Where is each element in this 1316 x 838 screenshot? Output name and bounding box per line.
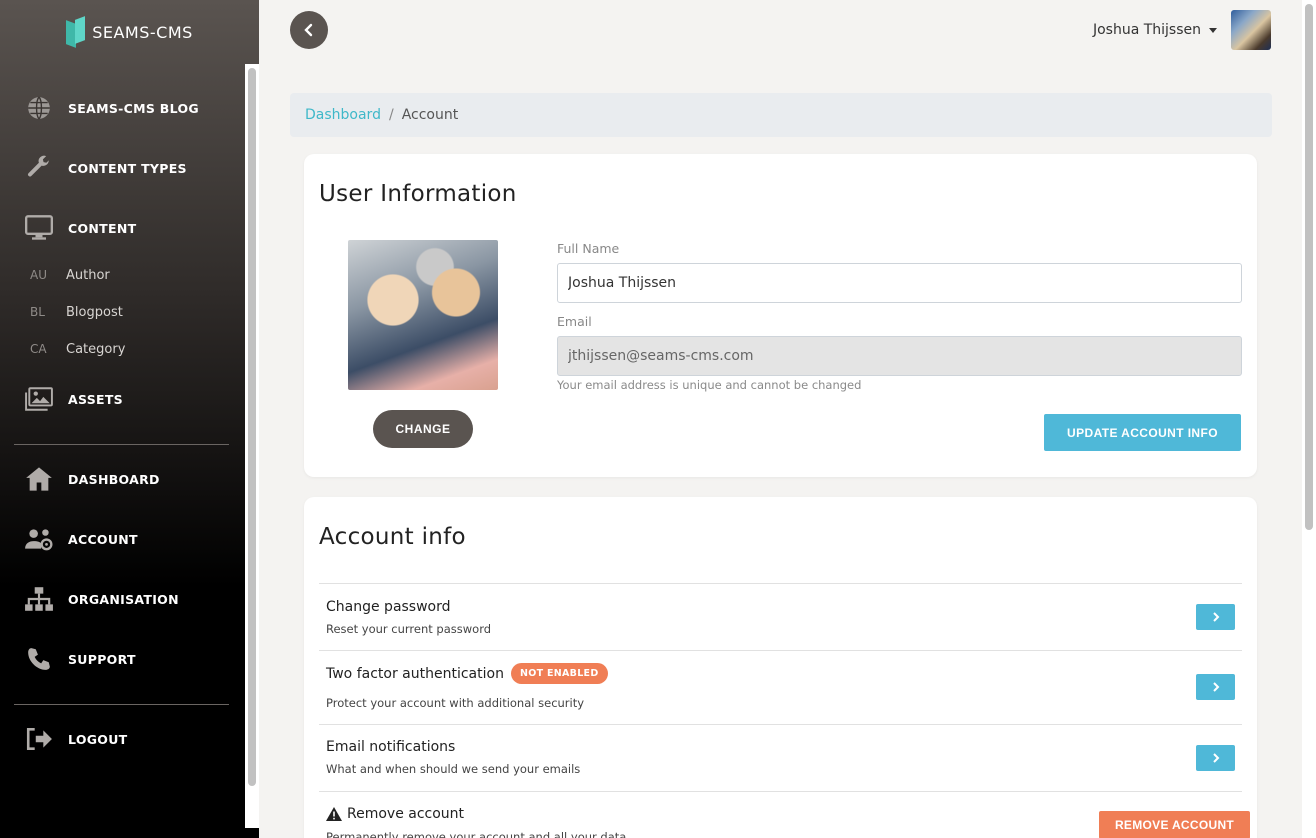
globe-icon: [24, 93, 54, 123]
sidebar-scrollbar-thumb[interactable]: [248, 68, 256, 786]
row-title: Change password: [326, 599, 451, 615]
breadcrumb-dashboard-link[interactable]: Dashboard: [305, 107, 381, 123]
status-badge: NOT ENABLED: [510, 663, 608, 684]
subitem-abbr: BL: [30, 305, 45, 319]
sidebar-item-content-types[interactable]: CONTENT TYPES: [24, 148, 187, 188]
caret-down-icon: [1209, 27, 1217, 33]
users-cog-icon: [24, 524, 54, 554]
email-notifications-row: Email notifications What and when should…: [319, 724, 1242, 791]
subitem-label: Category: [66, 341, 126, 357]
sidebar-item-label: SEAMS-CMS BLOG: [68, 100, 199, 116]
sidebar-item-account[interactable]: ACCOUNT: [24, 519, 138, 559]
sidebar-divider: [14, 444, 229, 445]
update-account-info-button[interactable]: UPDATE ACCOUNT INFO: [1044, 414, 1241, 451]
sidebar-item-label: ASSETS: [68, 391, 123, 407]
sidebar-item-dashboard[interactable]: DASHBOARD: [24, 459, 160, 499]
sidebar-item-assets[interactable]: ASSETS: [24, 379, 123, 419]
row-desc: What and when should we send your emails: [326, 762, 581, 776]
sidebar-item-label: LOGOUT: [68, 731, 128, 747]
sidebar: SEAMS-CMS SEAMS-CMS BLOG CONTENT TYPES C…: [0, 0, 259, 838]
sidebar-item-seams-cms-blog[interactable]: SEAMS-CMS BLOG: [24, 88, 199, 128]
sidebar-item-label: ORGANISATION: [68, 591, 179, 607]
section-title: Account info: [319, 524, 466, 550]
sidebar-subitem-blogpost[interactable]: BL Blogpost: [30, 302, 123, 322]
subitem-abbr: AU: [30, 268, 47, 282]
row-title: Two factor authentication NOT ENABLED: [326, 663, 608, 684]
full-name-label: Full Name: [557, 241, 620, 256]
phone-icon: [24, 644, 54, 674]
chevron-right-icon: [1212, 753, 1219, 763]
chevron-left-icon: [304, 23, 313, 37]
row-title-text: Email notifications: [326, 739, 456, 755]
sidebar-item-label: DASHBOARD: [68, 471, 160, 487]
sign-out-icon: [24, 724, 54, 754]
change-password-row: Change password Reset your current passw…: [319, 583, 1242, 650]
row-desc: Permanently remove your account and all …: [326, 830, 627, 838]
breadcrumb-current: Account: [401, 107, 459, 123]
subitem-abbr: CA: [30, 342, 47, 356]
sidebar-item-content[interactable]: CONTENT: [24, 208, 136, 248]
row-desc: Reset your current password: [326, 622, 492, 636]
chevron-right-icon: [1212, 682, 1219, 692]
user-name: Joshua Thijssen: [1092, 22, 1201, 38]
row-desc: Protect your account with additional sec…: [326, 696, 585, 710]
row-title: Email notifications: [326, 739, 455, 755]
email-label: Email: [557, 314, 592, 329]
monitor-icon: [24, 213, 54, 243]
breadcrumb-separator: /: [388, 107, 394, 123]
full-name-input[interactable]: [557, 263, 1242, 303]
seams-logo-icon: [66, 16, 86, 48]
change-photo-button[interactable]: CHANGE: [373, 410, 473, 448]
sidebar-item-support[interactable]: SUPPORT: [24, 639, 136, 679]
email-field: [557, 336, 1242, 376]
home-icon: [24, 464, 54, 494]
subitem-label: Author: [66, 267, 110, 283]
sidebar-item-label: SUPPORT: [68, 651, 136, 667]
sidebar-subitem-author[interactable]: AU Author: [30, 265, 110, 285]
profile-photo: [348, 240, 498, 390]
warning-icon: [326, 807, 342, 821]
row-title-text: Change password: [326, 599, 451, 615]
email-notifications-button[interactable]: [1196, 745, 1235, 771]
row-title: Remove account: [326, 806, 464, 822]
user-information-card: User Information CHANGE Full Name Email …: [304, 154, 1257, 477]
subitem-label: Blogpost: [66, 304, 123, 320]
avatar[interactable]: [1231, 10, 1271, 50]
email-help-text: Your email address is unique and cannot …: [557, 378, 862, 392]
sidebar-item-organisation[interactable]: ORGANISATION: [24, 579, 179, 619]
brand-name: SEAMS-CMS: [92, 22, 193, 42]
sidebar-item-label: CONTENT TYPES: [68, 160, 187, 176]
breadcrumb: Dashboard / Account: [290, 93, 1272, 137]
images-icon: [24, 384, 54, 414]
two-factor-button[interactable]: [1196, 674, 1235, 700]
change-password-button[interactable]: [1196, 604, 1235, 630]
sidebar-item-label: CONTENT: [68, 220, 137, 236]
account-info-card: Account info Change password Reset your …: [304, 497, 1257, 838]
two-factor-row: Two factor authentication NOT ENABLED Pr…: [319, 650, 1242, 724]
brand[interactable]: SEAMS-CMS: [0, 0, 259, 64]
row-title-text: Remove account: [347, 806, 465, 822]
sidebar-divider: [14, 704, 229, 705]
sidebar-item-logout[interactable]: LOGOUT: [24, 719, 128, 759]
row-title-text: Two factor authentication: [326, 665, 504, 682]
sidebar-footer: [0, 828, 259, 838]
sidebar-item-label: ACCOUNT: [68, 531, 138, 547]
page-title: User Information: [319, 181, 517, 207]
page-scrollbar-thumb[interactable]: [1305, 4, 1313, 530]
sidebar-subitem-category[interactable]: CA Category: [30, 339, 125, 359]
chevron-right-icon: [1212, 612, 1219, 622]
back-button[interactable]: [290, 11, 328, 49]
sitemap-icon: [24, 584, 54, 614]
remove-account-button[interactable]: REMOVE ACCOUNT: [1099, 811, 1250, 838]
wrench-icon: [24, 153, 54, 183]
remove-account-row: Remove account Permanently remove your a…: [319, 791, 1250, 838]
user-menu[interactable]: Joshua Thijssen: [1093, 22, 1217, 38]
